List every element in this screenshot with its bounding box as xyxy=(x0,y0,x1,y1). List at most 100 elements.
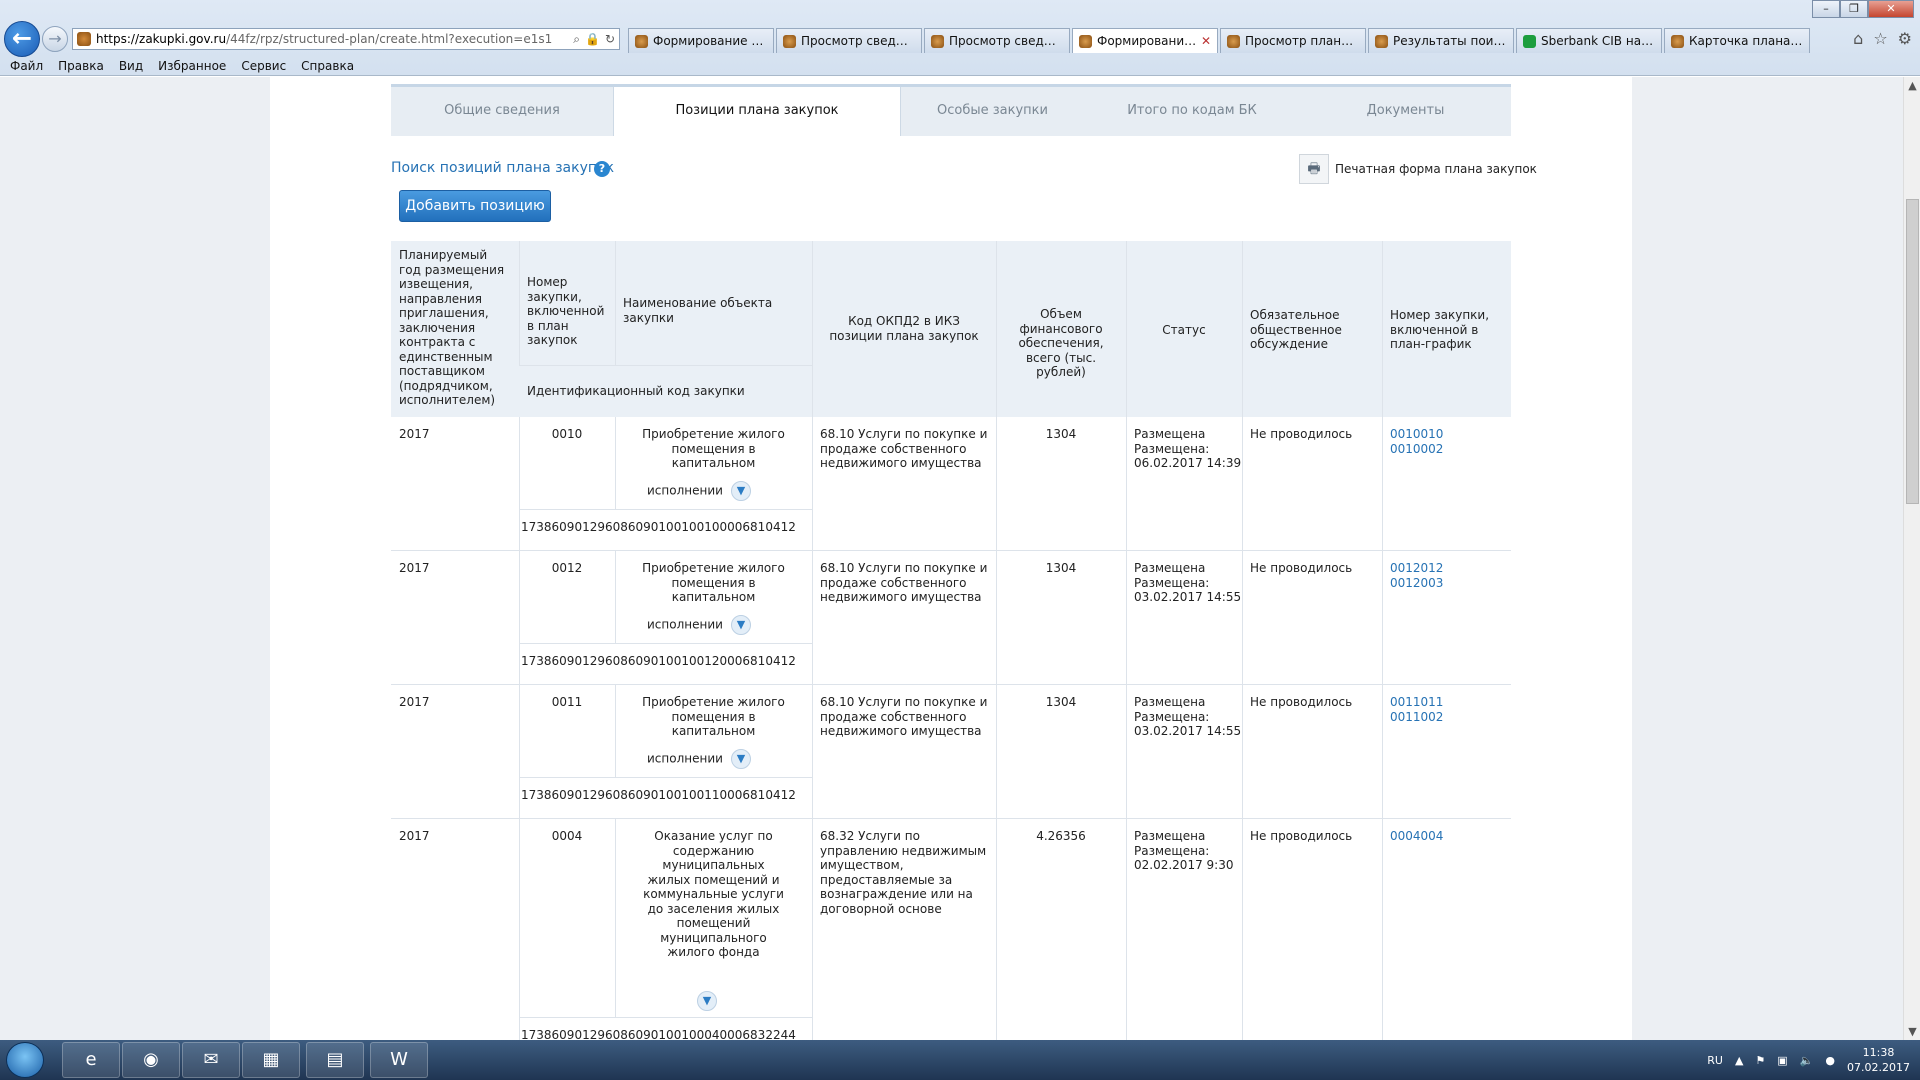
menu-item[interactable]: Справка xyxy=(301,59,354,73)
menu-item[interactable]: Файл xyxy=(10,59,43,73)
language-indicator[interactable]: RU xyxy=(1707,1054,1723,1067)
cell-name-more: исполнении xyxy=(647,617,723,632)
window-controls: – ❐ ✕ xyxy=(1812,0,1914,18)
scrollbar-thumb[interactable] xyxy=(1906,199,1919,504)
calculator-icon[interactable]: ▦ xyxy=(242,1042,300,1078)
network-icon[interactable]: ▣ xyxy=(1777,1054,1787,1067)
ikz-divider xyxy=(519,1017,812,1018)
help-icon[interactable]: ? xyxy=(594,161,610,177)
menu-item[interactable]: Избранное xyxy=(158,59,226,73)
browser-tab[interactable]: Результаты поиска xyxy=(1368,28,1514,53)
schedule-link[interactable]: 0010002 xyxy=(1390,442,1500,457)
taskbar: e ◉ ✉ ▦ ▤ W RU ▲ ⚑ ▣ 🔈 ● 11:38 07.02.2017 xyxy=(0,1040,1920,1080)
schedule-link[interactable]: 0011011 xyxy=(1390,695,1500,710)
browser-tab-label: Результаты поиска xyxy=(1393,34,1507,48)
expand-chevron-icon[interactable]: ▼ xyxy=(730,615,751,635)
header-okpd: Код ОКПД2 в ИКЗ позиции плана закупок xyxy=(829,314,979,343)
cell-volume: 1304 xyxy=(1045,561,1077,575)
back-button[interactable]: ← xyxy=(4,21,40,57)
browser-tab[interactable]: Просмотр сведени... xyxy=(924,28,1070,53)
cell-year: 2017 xyxy=(399,427,430,441)
status-date: Размещена: 06.02.2017 14:39 xyxy=(1134,441,1242,471)
browser-tab-label: Карточка плана-гр... xyxy=(1689,34,1803,48)
explorer-icon[interactable]: ▤ xyxy=(306,1042,364,1078)
chrome-icon[interactable]: ◉ xyxy=(122,1042,180,1078)
tab-plan-1[interactable]: Позиции плана закупок xyxy=(613,87,901,136)
cell-ikz: 173860901296086090100100120006810412 xyxy=(521,654,796,668)
vertical-scrollbar[interactable]: ▲ ▼ xyxy=(1903,77,1920,1040)
tab-plan-4[interactable]: Документы xyxy=(1300,87,1511,136)
menu-item[interactable]: Вид xyxy=(119,59,143,73)
print-form-link[interactable]: Печатная форма плана закупок xyxy=(1335,162,1537,176)
expand-chevron-icon[interactable]: ▼ xyxy=(730,749,751,769)
schedule-link[interactable]: 0011002 xyxy=(1390,710,1500,725)
tab-plan-0[interactable]: Общие сведения xyxy=(391,87,613,136)
restore-button[interactable]: ❐ xyxy=(1840,0,1868,18)
expand-chevron-icon[interactable]: ▼ xyxy=(697,991,717,1011)
cell-status: Размещена Размещена: 06.02.2017 14:39 xyxy=(1134,427,1244,471)
browser-tab[interactable]: Карточка плана-гр... xyxy=(1664,28,1810,53)
close-window-button[interactable]: ✕ xyxy=(1868,0,1914,18)
outlook-icon[interactable]: ✉ xyxy=(182,1042,240,1078)
clock[interactable]: 11:38 07.02.2017 xyxy=(1847,1045,1910,1075)
action-center-flag-icon[interactable]: ⚑ xyxy=(1755,1054,1765,1067)
search-positions-link[interactable]: Поиск позиций плана закупок xyxy=(391,160,614,176)
column-divider xyxy=(1242,417,1243,551)
cell-ikz: 173860901296086090100100110006810412 xyxy=(521,788,796,802)
expand-chevron-icon[interactable]: ▼ xyxy=(730,481,751,501)
volume-icon[interactable]: 🔈 xyxy=(1800,1054,1814,1067)
forward-button[interactable]: → xyxy=(42,26,68,52)
cell-status: Размещена Размещена: 03.02.2017 14:55 xyxy=(1134,561,1244,605)
close-tab-icon[interactable]: ✕ xyxy=(1201,34,1211,48)
column-divider xyxy=(996,819,997,1040)
ie-icon[interactable]: e xyxy=(62,1042,120,1078)
printer-icon[interactable]: 🖶 xyxy=(1299,154,1329,184)
column-divider xyxy=(996,551,997,685)
lock-icon[interactable]: 🔒 xyxy=(585,32,600,47)
clock-date: 07.02.2017 xyxy=(1847,1061,1910,1074)
search-icon[interactable]: ⌕ xyxy=(573,32,580,47)
cell-discussion: Не проводилось xyxy=(1250,561,1353,575)
tray-expand-icon[interactable]: ▲ xyxy=(1735,1054,1743,1067)
menu-bar: Файл Правка Вид Избранное Сервис Справка xyxy=(0,56,369,76)
scroll-up-icon[interactable]: ▲ xyxy=(1904,77,1920,94)
schedule-link[interactable]: 0012012 xyxy=(1390,561,1500,576)
schedule-link[interactable]: 0004004 xyxy=(1390,829,1500,844)
menu-item[interactable]: Правка xyxy=(58,59,104,73)
tab-plan-2[interactable]: Особые закупки xyxy=(901,87,1084,136)
address-bar[interactable]: https://zakupki.gov.ru/44fz/rpz/structur… xyxy=(72,28,620,50)
column-divider xyxy=(812,417,813,551)
column-divider xyxy=(519,551,520,685)
start-button[interactable] xyxy=(6,1042,44,1078)
refresh-icon[interactable]: ↻ xyxy=(605,32,615,47)
browser-tab[interactable]: Просмотр сведени... xyxy=(776,28,922,53)
minimize-button[interactable]: – xyxy=(1812,0,1840,18)
cell-name: Приобретение жилого помещения в капиталь… xyxy=(642,561,785,604)
browser-tab[interactable]: Формирование ... ✕ xyxy=(1072,28,1218,53)
browser-tab[interactable]: Sberbank CIB назва... xyxy=(1516,28,1662,53)
menu-item[interactable]: Сервис xyxy=(241,59,286,73)
add-position-button[interactable]: Добавить позицию xyxy=(399,190,551,222)
status-date: Размещена: 03.02.2017 14:55 xyxy=(1134,709,1242,739)
cell-name: Приобретение жилого помещения в капиталь… xyxy=(642,427,785,470)
browser-tab[interactable]: Формирование ин... xyxy=(628,28,774,53)
home-icon[interactable]: ⌂ xyxy=(1853,29,1863,48)
tab-plan-3[interactable]: Итого по кодам БК xyxy=(1084,87,1300,136)
scroll-down-icon[interactable]: ▼ xyxy=(1904,1023,1920,1040)
cell-ikz: 173860901296086090100100100006810412 xyxy=(521,520,796,534)
schedule-link[interactable]: 0012003 xyxy=(1390,576,1500,591)
settings-gear-icon[interactable]: ⚙ xyxy=(1898,29,1912,48)
browser-tab[interactable]: Просмотр плана за... xyxy=(1220,28,1366,53)
cell-okpd: 68.32 Услуги по управлению недвижимым им… xyxy=(820,829,987,916)
cell-name-more: исполнении xyxy=(647,751,723,766)
word-icon[interactable]: W xyxy=(370,1042,428,1078)
column-divider xyxy=(812,819,813,1040)
cell-number: 0004 xyxy=(551,829,583,843)
app-tray-icon[interactable]: ● xyxy=(1825,1054,1835,1067)
cell-number: 0012 xyxy=(551,561,583,575)
cell-number: 0010 xyxy=(551,427,583,441)
schedule-link[interactable]: 0010010 xyxy=(1390,427,1500,442)
column-divider xyxy=(1242,551,1243,685)
favorites-star-icon[interactable]: ☆ xyxy=(1873,29,1887,48)
header-number: Номер закупки, включенной в план закупок xyxy=(527,275,605,347)
